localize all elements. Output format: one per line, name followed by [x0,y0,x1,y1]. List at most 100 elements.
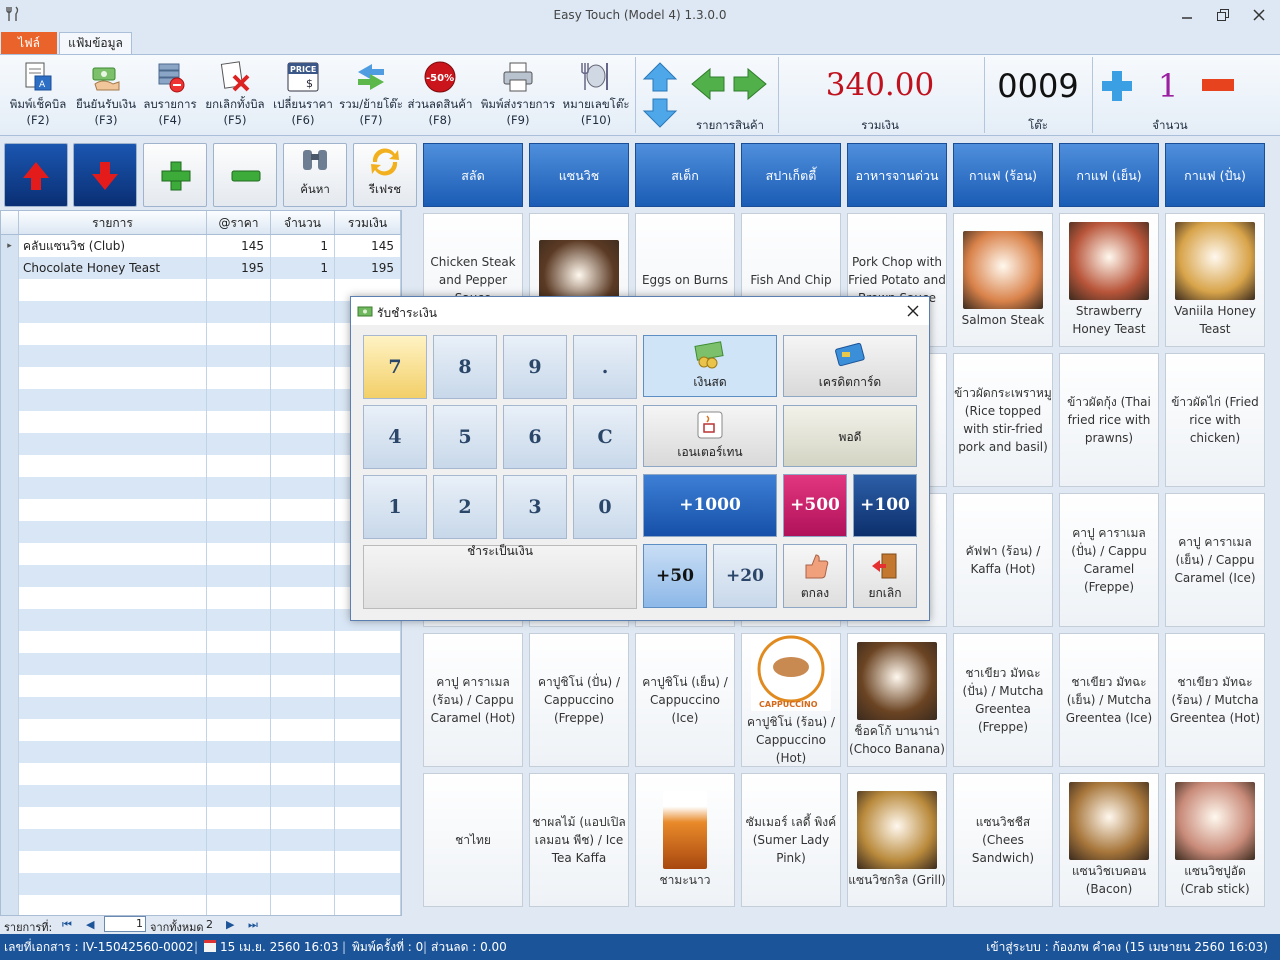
table-row[interactable] [1,323,401,345]
keypad-key[interactable]: 8 [433,335,497,399]
first-page-icon[interactable]: ⏮ [62,918,72,932]
menu-item-tile[interactable]: คัฟฟา (ร้อน) / Kaffa (Hot) [953,493,1053,627]
entertain-button[interactable]: เอนเตอร์เทน [643,405,777,467]
table-row[interactable] [1,433,401,455]
table-row[interactable]: ▸ คลับแซนวิช (Club) 145 1 145 [1,235,401,257]
restore-button[interactable] [1208,4,1238,26]
table-row[interactable] [1,389,401,411]
table-row[interactable] [1,587,401,609]
menu-item-tile[interactable]: แซนวิชกริล (Grill) [847,773,947,907]
table-row[interactable] [1,675,401,697]
table-row[interactable] [1,763,401,785]
print-bill-button[interactable]: A พิมพ์เช็คบิล (F2) [4,57,72,133]
category-button[interactable]: สลัด [423,143,523,207]
keypad-key[interactable]: 1 [363,475,427,539]
plus-20-button[interactable]: +20 [713,544,777,608]
last-page-icon[interactable]: ⏭ [248,918,258,932]
cancel-button[interactable]: ยกเลิก [853,544,917,608]
menu-item-tile[interactable]: ข้าวผัดไก่ (Fried rice with chicken) [1165,353,1265,487]
table-row[interactable] [1,609,401,631]
discount-button[interactable]: -50% ส่วนลดสินค้า (F8) [406,57,474,133]
menu-item-tile[interactable]: ชาเขียว มัทฉะ (ปั่น) / Mutcha Greentea (… [953,633,1053,767]
menu-item-tile[interactable]: ช็อคโก้ บานาน่า (Choco Banana) [847,633,947,767]
table-row[interactable] [1,829,401,851]
page-input[interactable]: 1 [104,916,146,932]
send-order-button[interactable]: พิมพ์ส่งรายการ (F9) [478,57,558,133]
menu-item-tile[interactable]: คาปู คาราเมล (เย็น) / Cappu Caramel (Ice… [1165,493,1265,627]
menu-item-tile[interactable]: ซัมเมอร์ เลดี้ พิงค์ (Sumer Lady Pink) [741,773,841,907]
plus-100-button[interactable]: +100 [853,474,917,537]
menu-item-tile[interactable]: คาปู คาราเมล (ร้อน) / Cappu Caramel (Hot… [423,633,523,767]
table-row[interactable] [1,345,401,367]
close-window-button[interactable] [1244,4,1274,26]
keypad-key[interactable]: 7 [363,335,427,399]
menu-item-tile[interactable]: Vaniila Honey Teast [1165,213,1265,347]
plus-1000-button[interactable]: +1000 [643,474,777,537]
keypad-key[interactable]: 0 [573,475,637,539]
category-button[interactable]: สเต็ก [635,143,735,207]
table-row[interactable] [1,873,401,895]
delete-item-button[interactable]: ลบรายการ (F4) [140,57,200,133]
move-up-button[interactable] [4,143,68,207]
qty-plus-button[interactable] [1100,69,1134,103]
menu-item-tile[interactable]: ชาเขียว มัทฉะ (เย็น) / Mutcha Greentea (… [1059,633,1159,767]
keypad-key[interactable]: 3 [503,475,567,539]
menu-item-tile[interactable]: Salmon Steak [953,213,1053,347]
category-button[interactable]: กาแฟ (ร้อน) [953,143,1053,207]
search-button[interactable]: ค้นหา [283,143,347,207]
dialog-close-icon[interactable] [907,305,919,317]
item-next-button[interactable] [732,67,768,101]
tab-data[interactable]: แฟ้มข้อมูล [59,32,132,54]
table-row[interactable] [1,697,401,719]
menu-item-tile[interactable]: ชาไทย [423,773,523,907]
menu-item-tile[interactable]: คาปู คาราเมล (ปั่น) / Cappu Caramel (Fre… [1059,493,1159,627]
qty-minus-button[interactable] [1202,79,1234,91]
table-row[interactable] [1,741,401,763]
minimize-button[interactable] [1172,4,1202,26]
menu-item-tile[interactable]: คาปูชิโน่ (ปั่น) / Cappuccino (Freppe) [529,633,629,767]
menu-item-tile[interactable]: แซนวิชชีส (Chees Sandwich) [953,773,1053,907]
table-row[interactable] [1,455,401,477]
table-row[interactable] [1,631,401,653]
keypad-key[interactable]: 9 [503,335,567,399]
keypad-key[interactable]: 4 [363,405,427,469]
move-down-button[interactable] [73,143,137,207]
plus-50-button[interactable]: +50 [643,544,707,608]
credit-card-button[interactable]: เครดิตการ์ด [783,335,917,397]
table-row[interactable] [1,719,401,741]
table-number-button[interactable]: หมายเลขโต๊ะ (F10) [560,57,632,133]
item-prev-button[interactable] [690,67,726,101]
table-row[interactable]: Chocolate Honey Teast 195 1 195 [1,257,401,279]
category-button[interactable]: อาหารจานด่วน [847,143,947,207]
table-row[interactable] [1,477,401,499]
table-row[interactable] [1,499,401,521]
menu-item-tile[interactable]: คาปูชิโน่ (เย็น) / Cappuccino (Ice) [635,633,735,767]
keypad-key[interactable]: 2 [433,475,497,539]
arrow-down-button[interactable] [642,97,678,129]
arrow-up-button[interactable] [642,61,678,93]
table-row[interactable] [1,785,401,807]
keypad-key[interactable]: . [573,335,637,399]
table-row[interactable] [1,279,401,301]
remove-qty-button[interactable] [213,143,277,207]
keypad-key[interactable]: C [573,405,637,469]
menu-item-tile[interactable]: Strawberry Honey Teast [1059,213,1159,347]
category-button[interactable]: กาแฟ (เย็น) [1059,143,1159,207]
prev-page-icon[interactable]: ◀ [86,918,94,931]
change-price-button[interactable]: PRICE $ เปลี่ยนราคา (F6) [272,57,334,133]
cash-button[interactable]: เงินสด [643,335,777,397]
menu-item-tile[interactable]: แซนวิชปูอัด (Crab stick) [1165,773,1265,907]
table-row[interactable] [1,807,401,829]
plus-500-button[interactable]: +500 [783,474,847,537]
refresh-button[interactable]: รีเฟรช [353,143,417,207]
receive-money-button[interactable]: ยืนยันรับเงิน (F3) [74,57,138,133]
table-row[interactable] [1,301,401,323]
table-row[interactable] [1,367,401,389]
add-qty-button[interactable] [143,143,207,207]
exact-amount-button[interactable]: พอดี [783,405,917,467]
table-row[interactable] [1,411,401,433]
category-button[interactable]: กาแฟ (ปั่น) [1165,143,1265,207]
table-row[interactable] [1,543,401,565]
ok-button[interactable]: ตกลง [783,544,847,608]
table-row[interactable] [1,851,401,873]
